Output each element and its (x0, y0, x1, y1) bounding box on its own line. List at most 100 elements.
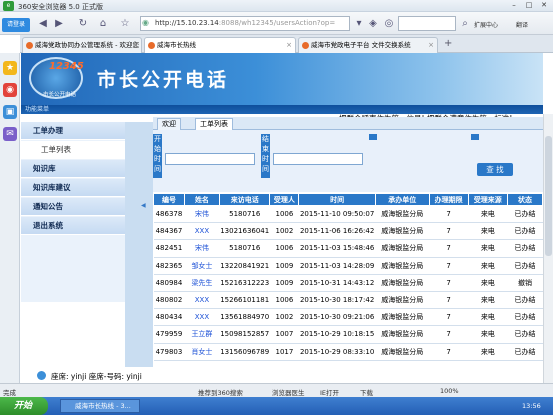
table-cell: 15266101181 (219, 291, 270, 310)
search-input[interactable] (398, 16, 456, 31)
table-cell[interactable]: XXX (184, 291, 220, 310)
table-cell: 已办结 (507, 343, 543, 361)
menu-item-kb-suggestion[interactable]: 知识库建议 (21, 179, 125, 197)
menu-splitter[interactable]: ◀ (125, 122, 153, 382)
menu-item-knowledge-base[interactable]: 知识库 (21, 160, 125, 178)
start-button[interactable]: 开始 (0, 397, 48, 415)
table-row[interactable]: 482365 邹女士 13220841921 1009 2015-11-03 14:28… (153, 257, 543, 275)
browser-doctor-link[interactable]: 浏览器医生 (272, 387, 305, 397)
favorites-icon[interactable]: ★ (3, 61, 17, 75)
table-row[interactable]: 484367 XXX 13021636041 1002 2015-11-06 16:26… (153, 222, 543, 241)
table-cell[interactable]: XXX (184, 308, 220, 327)
address-bar[interactable]: http://15.10.23.14:8088/wh12345/usersAct… (140, 16, 350, 31)
tab-close-icon[interactable]: × (286, 38, 292, 53)
refresh-icon[interactable]: ↻ (76, 17, 90, 31)
menu-item-logout[interactable]: 退出系统 (21, 217, 125, 235)
start-time-input[interactable] (165, 153, 255, 165)
scrollbar-thumb[interactable] (545, 136, 552, 256)
tab-close-icon[interactable]: × (132, 38, 138, 53)
table-cell[interactable]: 肖女士 (184, 343, 220, 361)
translate-button[interactable]: 翻译 (516, 20, 528, 29)
browser-tab[interactable]: 威海市党政电子平台 文件交换系统 × (298, 37, 438, 53)
ie-open-link[interactable]: IE打开 (320, 387, 339, 397)
star-icon[interactable]: ☆ (118, 17, 132, 31)
minimize-icon[interactable]: – (507, 1, 521, 10)
table-row[interactable]: 486378 宋伟 5180716 1006 2015-11-10 09:50:07 威海… (153, 205, 543, 224)
table-header-row: 编号 姓名 来访电话 受理人 时间 承办单位 办理期限 受理来源 状态 (153, 193, 544, 206)
column-header[interactable]: 承办单位 (374, 193, 430, 206)
table-cell: 479959 (153, 325, 185, 344)
download-link[interactable]: 下载 (360, 387, 373, 397)
weibo-icon[interactable]: ◉ (3, 83, 17, 97)
table-row[interactable]: 480434 XXX 13561884970 1002 2015-10-30 09:21… (153, 308, 543, 327)
tab-welcome[interactable]: 欢迎 (157, 118, 181, 130)
table-cell[interactable]: 梁先生 (184, 274, 220, 292)
browser-sidebar: ★ ◉ ▣ ✉ (0, 53, 20, 383)
zoom-level[interactable]: 100% (440, 387, 459, 395)
search-engine-icon[interactable]: ◎ (382, 17, 396, 31)
extension-center-button[interactable]: 扩展中心 (474, 20, 498, 29)
table-cell: 来电 (468, 325, 508, 344)
hotline-subtitle: 市长公开电话 (43, 92, 77, 98)
collapse-arrow-icon[interactable]: ◀ (141, 202, 146, 209)
tab-work-order-list[interactable]: 工单列表 (195, 118, 233, 130)
taskbar-item[interactable]: 威海市长热线 - 3... (60, 399, 140, 413)
table-row[interactable]: 480984 梁先生 15216312223 1009 2015-10-31 14:43… (153, 274, 543, 292)
dropdown-icon[interactable]: ▾ (352, 17, 366, 31)
recommend-360-link[interactable]: 推荐到360搜索 (198, 387, 243, 397)
vertical-scrollbar[interactable] (543, 114, 553, 383)
column-header[interactable]: 状态 (506, 193, 544, 206)
table-row[interactable]: 479959 王立群 15098152857 1007 2015-10-29 10:18… (153, 325, 543, 344)
mail-icon[interactable]: ✉ (3, 127, 17, 141)
filter-label-marker (369, 134, 377, 140)
page-banner: 12345 市长公开电话 市长公开电话 (21, 53, 543, 105)
column-header[interactable]: 时间 (298, 193, 376, 206)
shield-icon[interactable]: ◈ (366, 17, 380, 31)
column-header[interactable]: 姓名 (183, 193, 220, 206)
menu-item-notices[interactable]: 通知公告 (21, 198, 125, 216)
table-cell: 480984 (153, 274, 185, 292)
seat-info: 座席: yinji 座席-号码: yinji (51, 372, 142, 381)
table-cell: 5180716 (219, 205, 270, 224)
table-cell: 7 (429, 274, 469, 292)
home-icon[interactable]: ⌂ (96, 17, 110, 31)
column-header[interactable]: 受理人 (269, 193, 300, 206)
app-icon[interactable]: ▣ (3, 105, 17, 119)
table-row[interactable]: 482451 宋伟 5180716 1006 2015-11-03 15:48:46 威海… (153, 239, 543, 258)
tab-close-icon[interactable]: × (428, 38, 434, 53)
table-cell: 威海银监分局 (375, 274, 430, 292)
tab-label: 威海市长热线 (157, 41, 196, 49)
table-cell[interactable]: XXX (184, 222, 220, 241)
table-row[interactable]: 480802 XXX 15266101181 1006 2015-10-30 18:17… (153, 291, 543, 310)
login-button[interactable]: 请登录 (2, 18, 30, 32)
forward-icon[interactable]: ▶ (52, 17, 66, 31)
table-cell[interactable]: 宋伟 (184, 239, 220, 258)
column-header[interactable]: 办理期限 (428, 193, 469, 206)
table-cell[interactable]: 王立群 (184, 325, 220, 344)
end-time-input[interactable] (273, 153, 363, 165)
menu-item-work-order-list[interactable]: 工单列表 (21, 141, 125, 159)
table-cell: 484367 (153, 222, 185, 241)
close-window-icon[interactable]: ✕ (537, 1, 551, 10)
content-frame: 欢迎 工单列表 开始时间 结束时间 查 找 编号 姓名 来访电话 受理人 时间 … (153, 117, 544, 383)
query-button[interactable]: 查 找 (477, 163, 513, 176)
new-tab-icon[interactable]: + (444, 38, 452, 49)
browser-tab-active[interactable]: 威海市长热线 × (144, 37, 296, 53)
table-cell[interactable]: 邹女士 (184, 257, 220, 275)
menu-item-work-order[interactable]: 工单办理 (21, 122, 125, 140)
maximize-icon[interactable]: □ (522, 1, 536, 10)
left-menu: 工单办理 工单列表 知识库 知识库建议 通知公告 退出系统 (21, 122, 125, 302)
table-cell: 1017 (269, 343, 299, 361)
table-cell: 2015-10-29 10:18:15 (298, 325, 376, 344)
browser-tab[interactable]: 威海党政协同办公管理系统 - 欢迎您 × (22, 37, 142, 53)
search-icon[interactable]: ⌕ (458, 17, 472, 31)
column-header[interactable]: 来访电话 (218, 193, 271, 206)
table-cell: 7 (429, 239, 469, 258)
table-row[interactable]: 479803 肖女士 13156096789 1017 2015-10-29 08:33… (153, 343, 543, 361)
table-cell: 15216312223 (219, 274, 270, 292)
table-cell: 5180716 (219, 239, 270, 258)
column-header[interactable]: 受理来源 (467, 193, 508, 206)
column-header[interactable]: 编号 (153, 193, 185, 206)
table-cell[interactable]: 宋伟 (184, 205, 220, 224)
back-icon[interactable]: ◀ (36, 17, 50, 31)
